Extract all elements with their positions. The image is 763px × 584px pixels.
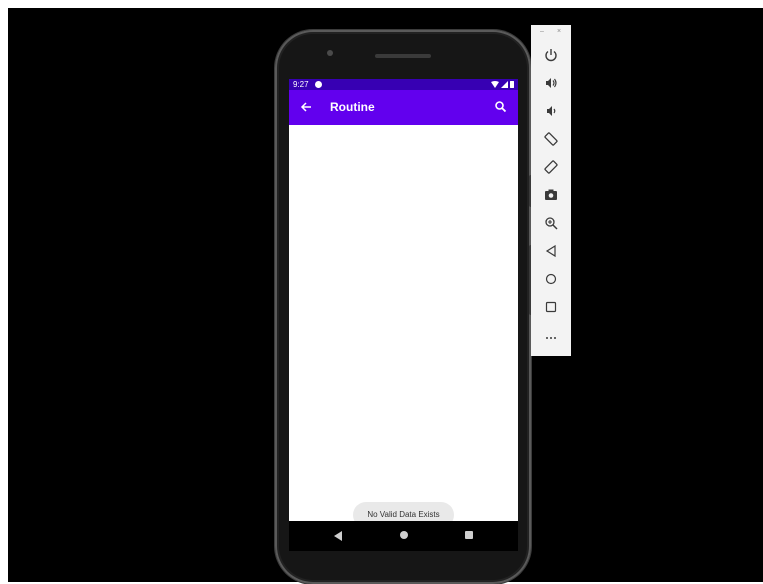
nav-recents-icon[interactable]	[465, 531, 473, 539]
back-arrow-icon[interactable]	[297, 97, 315, 117]
minimize-button[interactable]: –	[540, 28, 544, 35]
more-icon[interactable]	[541, 327, 561, 347]
device-screen: 9:27 Routine No Valid Data Exists	[289, 79, 518, 548]
search-icon[interactable]	[492, 97, 510, 117]
rotate-left-icon[interactable]	[541, 129, 561, 149]
zoom-icon[interactable]	[541, 213, 561, 233]
emulator-background: 9:27 Routine No Valid Data Exists	[8, 8, 763, 584]
power-icon[interactable]	[541, 45, 561, 65]
volume-up-icon[interactable]	[541, 73, 561, 93]
volume-down-icon[interactable]	[541, 101, 561, 121]
battery-icon	[510, 81, 514, 88]
page-title: Routine	[330, 100, 375, 114]
back-icon[interactable]	[541, 241, 561, 261]
status-bar: 9:27	[289, 79, 518, 90]
system-icons	[491, 81, 514, 88]
app-bar: Routine	[289, 90, 518, 125]
front-camera	[327, 50, 333, 56]
status-time: 9:27	[293, 80, 309, 89]
nav-back-icon[interactable]	[334, 531, 342, 541]
camera-icon[interactable]	[541, 185, 561, 205]
earpiece-speaker	[375, 54, 431, 58]
notification-icon	[315, 81, 322, 88]
home-icon[interactable]	[541, 269, 561, 289]
close-button[interactable]: ×	[557, 28, 561, 35]
emulator-toolbar: – ×	[531, 25, 571, 356]
navigation-bar	[289, 521, 518, 551]
phone-frame: 9:27 Routine No Valid Data Exists	[275, 30, 533, 584]
rotate-right-icon[interactable]	[541, 157, 561, 177]
signal-icon	[501, 81, 508, 88]
toolbar-window-controls: – ×	[531, 28, 571, 38]
overview-icon[interactable]	[541, 297, 561, 317]
nav-home-icon[interactable]	[400, 531, 408, 539]
wifi-icon	[491, 81, 499, 88]
